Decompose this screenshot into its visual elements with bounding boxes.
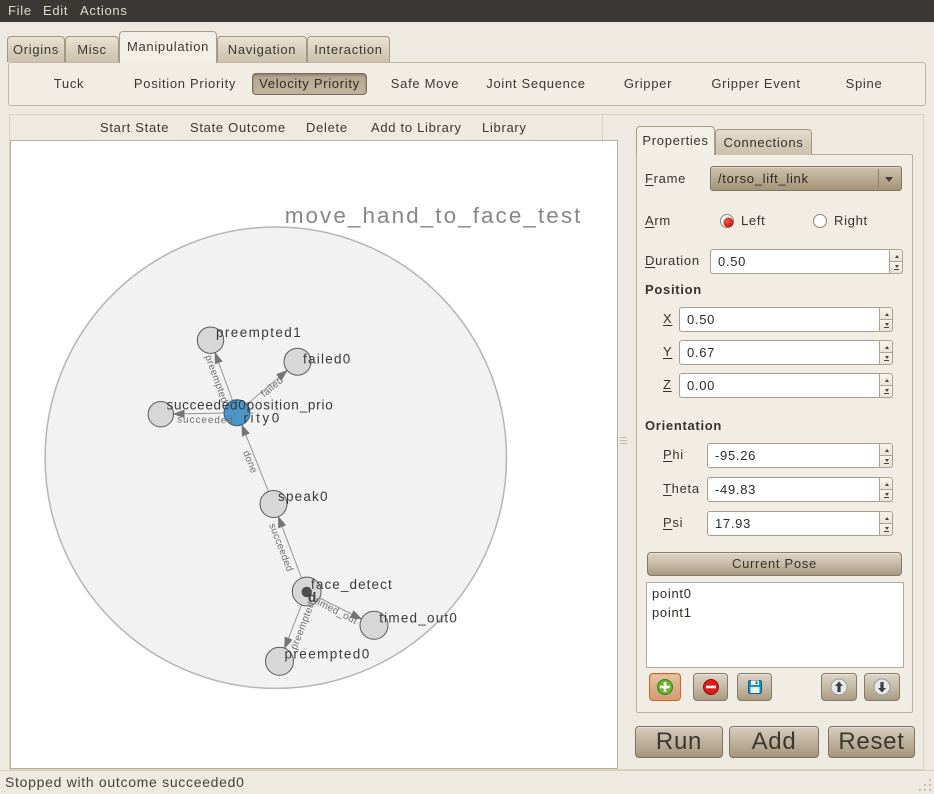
svg-text:speak0: speak0 xyxy=(278,489,328,504)
svg-text:preempted1: preempted1 xyxy=(216,325,301,340)
svg-text:failed0: failed0 xyxy=(303,352,351,367)
svg-text:timed_out0: timed_out0 xyxy=(379,611,457,626)
svg-text:face_detect: face_detect xyxy=(311,577,392,592)
svg-text:succeeded0: succeeded0 xyxy=(167,398,247,413)
svg-text:succeeded: succeeded xyxy=(177,415,233,427)
svg-text:move_hand_to_face_test: move_hand_to_face_test xyxy=(285,203,581,228)
